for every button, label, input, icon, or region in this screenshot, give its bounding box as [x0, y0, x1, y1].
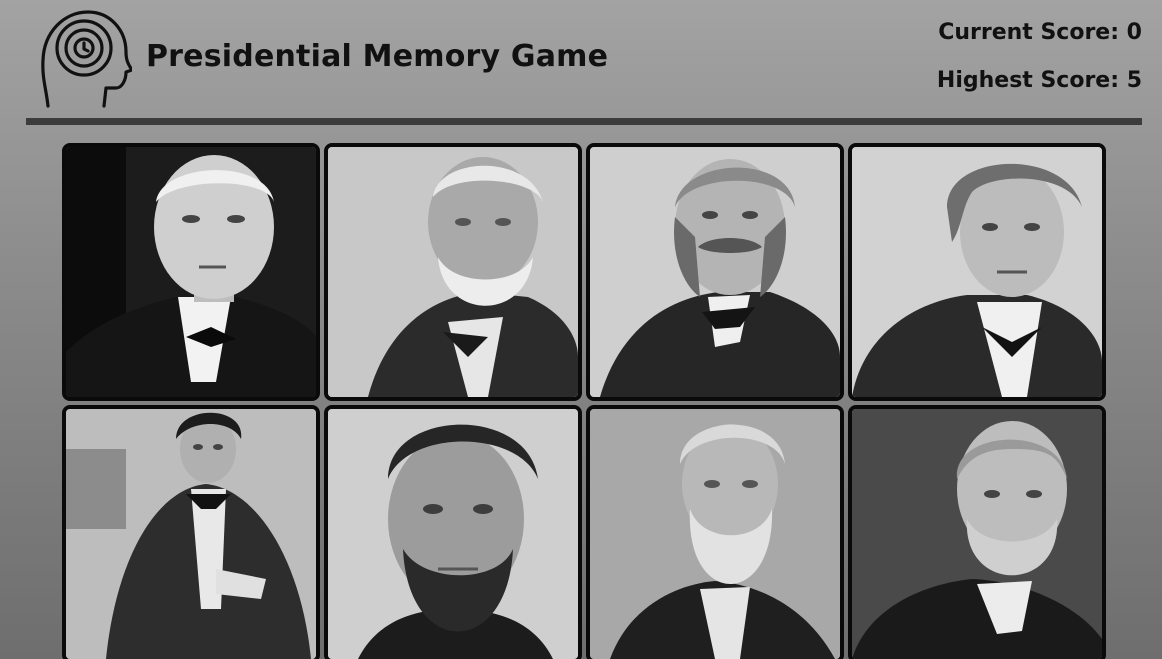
card-grid — [62, 143, 1108, 659]
portrait-photo-seated-man-curly-hair — [66, 409, 316, 659]
card-1[interactable] — [62, 143, 320, 401]
header-divider — [26, 118, 1142, 125]
highest-score: Highest Score: 5 — [936, 68, 1142, 93]
portrait-photo-balding-man-with-full-beard — [852, 409, 1102, 659]
header: Presidential Memory Game Current Score: … — [0, 0, 1162, 125]
card-7[interactable] — [586, 405, 844, 659]
portrait-photo-white-bearded-man — [328, 147, 578, 397]
card-6[interactable] — [324, 405, 582, 659]
card-8[interactable] — [848, 405, 1106, 659]
portrait-photo-man-with-chin-beard — [328, 409, 578, 659]
head-with-clock-icon — [40, 8, 134, 110]
card-5[interactable] — [62, 405, 320, 659]
portrait-photo-bald-clean-shaven-man-bow-tie — [66, 147, 316, 397]
card-4[interactable] — [848, 143, 1106, 401]
card-3[interactable] — [586, 143, 844, 401]
portrait-photo-man-with-mustache-and-sideburns — [590, 147, 840, 397]
card-2[interactable] — [324, 143, 582, 401]
page-title: Presidential Memory Game — [146, 39, 609, 74]
current-score: Current Score: 0 — [938, 20, 1142, 45]
portrait-photo-man-with-swept-hair-bow-tie — [852, 147, 1102, 397]
portrait-photo-man-with-long-white-beard — [590, 409, 840, 659]
